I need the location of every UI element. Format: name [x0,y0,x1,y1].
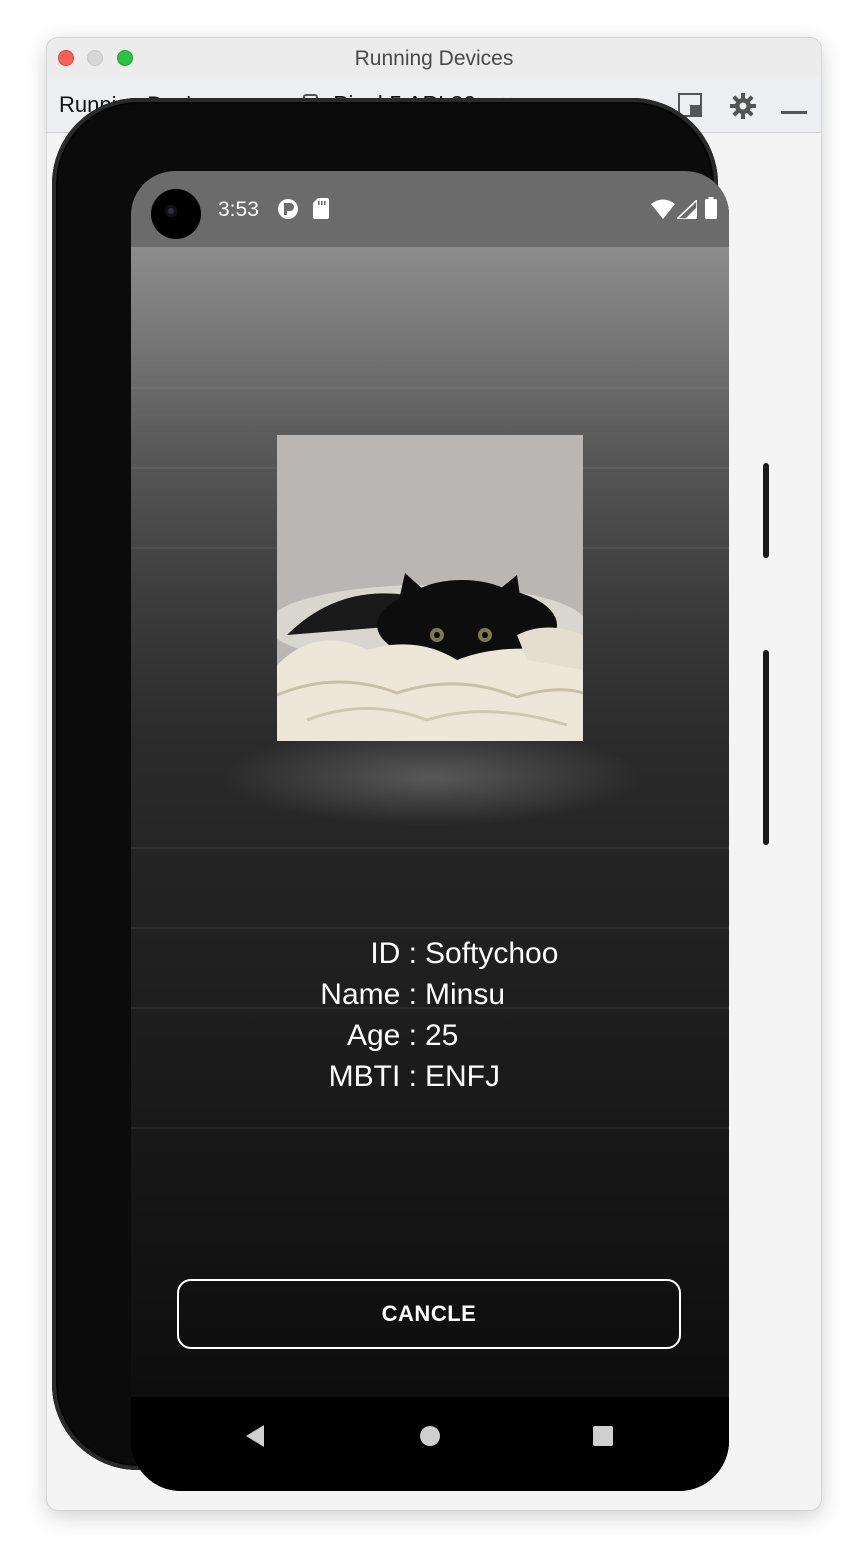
sd-card-icon [313,198,329,224]
navigation-bar [131,1397,729,1491]
volume-button [763,650,769,845]
window-title: Running Devices [354,47,514,70]
wifi-icon [651,199,675,224]
back-icon[interactable] [244,1424,266,1453]
status-bar: 3:53 [131,171,729,247]
battery-icon [705,197,717,224]
age-value: 25 [425,1019,459,1052]
age-label: Age : [346,1019,417,1052]
profile-row-id: ID : Softychoo [131,937,729,977]
profile-row-mbti: MBTI : ENFJ [131,1060,729,1100]
cell-signal-icon [674,198,698,224]
home-icon[interactable] [419,1425,441,1452]
gear-icon[interactable] [729,92,757,125]
status-time: 3:53 [218,198,259,221]
name-label: Name : [320,978,417,1011]
minimize-icon[interactable] [781,102,807,120]
mbti-label: MBTI : [328,1060,417,1093]
cancel-button[interactable]: CANCLE [177,1279,681,1349]
power-button [763,463,769,558]
profile-row-age: Age : 25 [131,1019,729,1059]
id-label: ID : [370,937,417,970]
id-value: Softychoo [425,937,559,970]
mbti-value: ENFJ [425,1060,500,1093]
device-screen: 3:53 ID: Softychoo Name: Minsu Age: 2… [131,171,729,1491]
notification-app-icon [277,198,299,225]
title-bar: Running Devices [47,38,821,76]
profile-row-name: Name : Minsu [131,978,729,1018]
recents-icon[interactable] [592,1425,614,1452]
profile-photo [277,435,583,741]
sea-background: ID : Softychoo Name : Minsu Age : 25 MBT… [131,247,729,1397]
camera-lens-icon [165,205,177,217]
name-value: Minsu [425,978,506,1011]
